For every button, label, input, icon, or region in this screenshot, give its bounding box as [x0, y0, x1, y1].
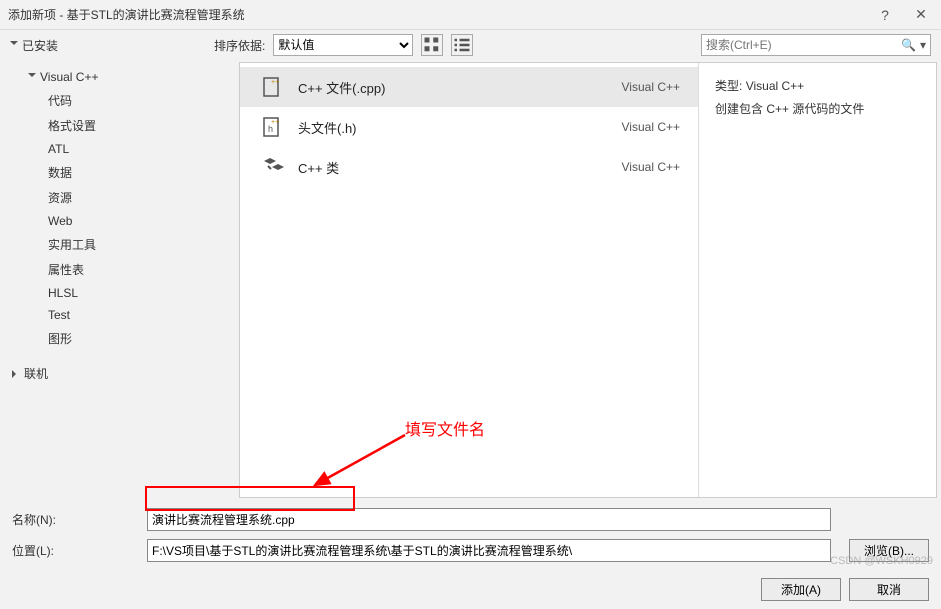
tree-node[interactable]: 格式设置 [12, 113, 223, 138]
location-input[interactable] [147, 539, 831, 562]
detail-type-label: 类型: [715, 79, 742, 93]
search-icon: 🔍 [901, 38, 916, 52]
view-grid-button[interactable] [421, 34, 443, 56]
detail-panel: 类型: Visual C++ 创建包含 C++ 源代码的文件 [698, 63, 936, 497]
detail-description: 创建包含 C++ 源代码的文件 [715, 98, 920, 121]
tree-node-visual-cpp[interactable]: Visual C++ [12, 66, 223, 88]
sort-label: 排序依据: [214, 37, 265, 54]
tree-node[interactable]: Test [12, 304, 223, 326]
template-name: C++ 文件(.cpp) [298, 78, 622, 97]
list-icon [452, 34, 472, 56]
dropdown-icon[interactable]: ▾ [920, 38, 926, 52]
template-item-header-file[interactable]: h++ 头文件(.h) Visual C++ [240, 107, 698, 147]
sort-select[interactable]: 默认值 [273, 34, 413, 56]
search-input[interactable] [706, 38, 901, 52]
template-list: ++ C++ 文件(.cpp) Visual C++ h++ 头文件(.h) V… [240, 63, 698, 497]
header-file-icon: h++ [258, 113, 286, 141]
template-lang: Visual C++ [622, 80, 680, 94]
caret-down-icon [10, 41, 18, 49]
template-lang: Visual C++ [622, 160, 680, 174]
template-name: C++ 类 [298, 158, 622, 177]
tree-node[interactable]: 属性表 [12, 257, 223, 282]
installed-toggle[interactable]: 已安装 [10, 37, 58, 54]
tree-node[interactable]: 代码 [12, 88, 223, 113]
add-button[interactable]: 添加(A) [761, 578, 841, 601]
installed-label: 已安装 [22, 37, 58, 54]
tree-node[interactable]: 资源 [12, 185, 223, 210]
tree-node[interactable]: HLSL [12, 282, 223, 304]
caret-right-icon [12, 370, 20, 378]
window-title: 添加新项 - 基于STL的演讲比赛流程管理系统 [8, 6, 873, 23]
template-item-cpp-file[interactable]: ++ C++ 文件(.cpp) Visual C++ [240, 67, 698, 107]
location-label: 位置(L): [12, 542, 147, 559]
tree-node[interactable]: 实用工具 [12, 232, 223, 257]
template-lang: Visual C++ [622, 120, 680, 134]
svg-text:++: ++ [271, 79, 279, 86]
tree-node[interactable]: ATL [12, 138, 223, 160]
caret-down-icon [28, 73, 36, 81]
template-name: 头文件(.h) [298, 118, 622, 137]
tree-node[interactable]: 数据 [12, 160, 223, 185]
browse-button[interactable]: 浏览(B)... [849, 539, 929, 562]
tree-node-online[interactable]: 联机 [12, 361, 223, 386]
name-label: 名称(N): [12, 511, 147, 528]
svg-text:++: ++ [271, 119, 279, 126]
name-input[interactable] [147, 508, 831, 531]
tree-label: Visual C++ [40, 70, 98, 84]
category-tree: Visual C++ 代码 格式设置 ATL 数据 资源 Web 实用工具 属性… [0, 60, 235, 500]
tree-label: 联机 [24, 365, 48, 382]
view-list-button[interactable] [451, 34, 473, 56]
cancel-button[interactable]: 取消 [849, 578, 929, 601]
detail-type-value: Visual C++ [746, 79, 804, 93]
search-box[interactable]: 🔍 ▾ [701, 34, 931, 56]
template-item-cpp-class[interactable]: C++ 类 Visual C++ [240, 147, 698, 187]
close-button[interactable]: ✕ [909, 3, 933, 27]
cpp-file-icon: ++ [258, 73, 286, 101]
tree-node[interactable]: Web [12, 210, 223, 232]
help-button[interactable]: ? [873, 3, 897, 27]
grid-icon [422, 34, 442, 56]
cpp-class-icon [258, 153, 286, 181]
tree-node[interactable]: 图形 [12, 326, 223, 351]
